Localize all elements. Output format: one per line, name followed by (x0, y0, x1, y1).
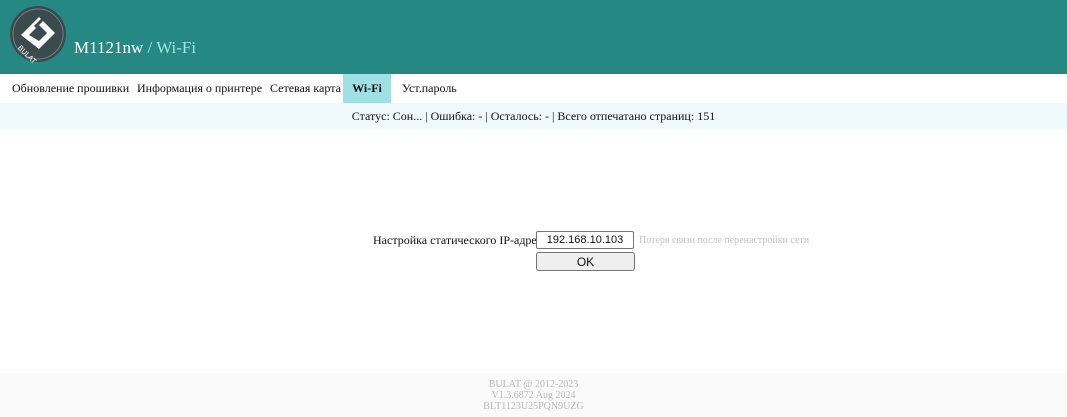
tab-firmware-update[interactable]: Обновление прошивки (12, 74, 129, 103)
model-name: M1121nw (74, 38, 144, 57)
ok-button[interactable]: OK (536, 252, 635, 271)
footer-copyright: BULAT @ 2012-2023 (488, 379, 579, 390)
section-name: Wi-Fi (156, 38, 197, 57)
footer-serial: BLT1123U25PQN9UZG (483, 401, 584, 412)
static-ip-input[interactable] (536, 231, 634, 249)
footer-version: V1.3.6872 Aug 2024 (491, 390, 576, 401)
nav-bar: Обновление прошивки Информация о принтер… (0, 74, 1067, 103)
bulat-logo-icon: BULAT (10, 6, 66, 63)
title-separator: / (143, 38, 157, 57)
header-bar: BULAT M1121nw / Wi-Fi (0, 0, 1067, 74)
connection-loss-hint: Потеря связи после перенастройки сети (639, 235, 810, 246)
tab-set-password[interactable]: Уст.пароль (402, 74, 457, 103)
status-bar: Статус: Сон... | Ошибка: - | Осталось: -… (0, 103, 1067, 129)
static-ip-label: Настройка статического IP-адреса (373, 233, 548, 247)
page-title: M1121nw / Wi-Fi (74, 38, 196, 58)
tab-network-card[interactable]: Сетевая карта (270, 74, 341, 103)
tab-printer-info[interactable]: Информация о принтере (137, 74, 262, 103)
tab-wifi[interactable]: Wi-Fi (343, 74, 391, 103)
footer: BULAT @ 2012-2023 V1.3.6872 Aug 2024 BLT… (0, 373, 1067, 417)
